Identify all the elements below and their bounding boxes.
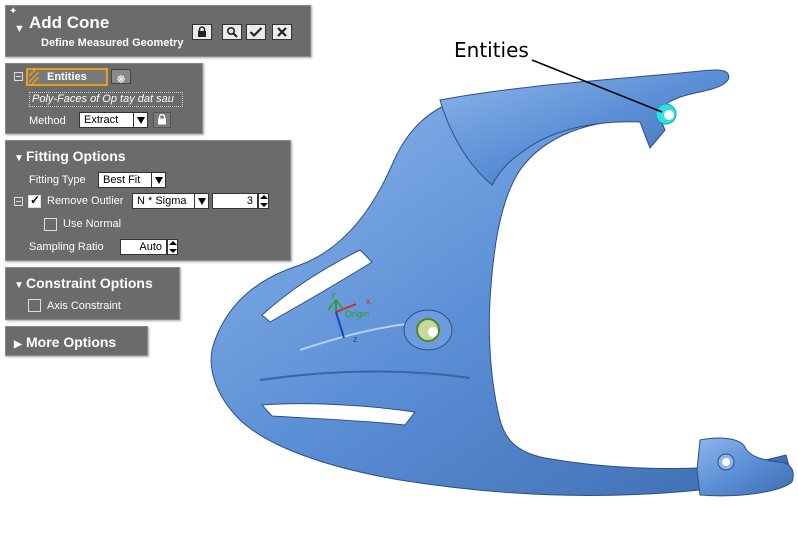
lock-icon	[158, 113, 166, 125]
highlighted-cone-entity[interactable]	[655, 103, 677, 125]
fitting-options-header[interactable]: ▼ Fitting Options	[14, 148, 126, 164]
collapse-triangle-icon[interactable]: ▼	[14, 23, 25, 35]
more-options-title: More Options	[26, 334, 117, 350]
fitting-options-panel: ▼Fitting Options Fitting Type Best Fit R…	[5, 140, 291, 261]
constraint-options-panel: ▼ Constraint Options Axis Constraint	[5, 267, 180, 320]
remove-outlier-label: Remove Outlier	[47, 195, 124, 207]
entities-panel: Entities ❋ Poly-Faces of Op tay dat sau …	[5, 63, 203, 134]
more-options-panel[interactable]: ▶ More Options	[5, 326, 148, 356]
collapse-toggle[interactable]	[14, 72, 23, 81]
sampling-ratio-spinner[interactable]	[167, 239, 178, 255]
outlier-mode-dropdown-arrow[interactable]	[194, 193, 209, 209]
method-select[interactable]: Extract	[79, 112, 134, 128]
entities-options-button[interactable]: ❋	[111, 69, 131, 86]
remove-outlier-collapse-toggle[interactable]	[14, 197, 23, 206]
use-normal-checkbox[interactable]	[44, 218, 57, 231]
fitting-type-dropdown-arrow[interactable]	[151, 172, 166, 188]
collapsed-triangle-icon: ▶	[14, 339, 22, 350]
outlier-mode-select[interactable]: N * Sigma	[132, 193, 195, 209]
constraint-options-header[interactable]: ▼ Constraint Options	[14, 275, 153, 291]
scanned-part-mesh[interactable]	[210, 69, 794, 497]
axis-y-label: y	[331, 289, 336, 299]
outlier-n-spinner[interactable]	[258, 193, 269, 209]
pin-icon[interactable]: ✦	[9, 6, 17, 17]
ok-button[interactable]	[246, 24, 266, 40]
preview-button[interactable]	[222, 24, 242, 40]
asterisk-icon: ❋	[116, 74, 126, 86]
axis-x-label: x	[366, 296, 371, 306]
expand-triangle-icon: ▼	[14, 280, 24, 291]
coordinate-triad	[327, 298, 357, 339]
remove-outlier-checkbox[interactable]	[28, 193, 41, 208]
hatch-icon	[29, 70, 39, 84]
callout-leader-line	[531, 59, 663, 113]
use-normal-label: Use Normal	[63, 218, 122, 230]
method-dropdown-arrow[interactable]	[133, 112, 148, 128]
expand-triangle-icon: ▼	[14, 153, 24, 164]
entities-callout-label: Entities	[454, 38, 529, 62]
sampling-ratio-input[interactable]: Auto	[120, 239, 167, 255]
lock-icon	[198, 26, 206, 37]
checkmark-icon	[249, 27, 263, 38]
close-icon	[277, 27, 287, 37]
more-options-header[interactable]: ▶ More Options	[14, 334, 116, 350]
magnifier-icon	[226, 26, 238, 38]
axis-constraint-label: Axis Constraint	[47, 300, 121, 312]
sampling-ratio-label: Sampling Ratio	[29, 241, 104, 253]
constraint-options-title: Constraint Options	[26, 275, 153, 291]
fitting-type-label: Fitting Type	[29, 174, 86, 186]
panel-subtitle: Define Measured Geometry	[41, 37, 184, 49]
fitting-options-title: Fitting Options	[26, 148, 126, 164]
panel-title: Add Cone	[29, 13, 110, 32]
header-panel: ✦ ▼ Add Cone Define Measured Geometry	[5, 5, 311, 57]
entities-selector-button[interactable]: Entities	[26, 68, 108, 86]
axis-constraint-checkbox[interactable]	[28, 299, 41, 312]
entity-selection-list[interactable]: Poly-Faces of Op tay dat sau	[29, 92, 183, 107]
axis-z-label: z	[353, 334, 358, 344]
method-label: Method	[29, 115, 66, 127]
origin-label: Origin	[345, 309, 370, 319]
entities-label: Entities	[47, 71, 87, 83]
cancel-button[interactable]	[272, 24, 292, 40]
outlier-n-input[interactable]: 3	[212, 193, 258, 209]
method-lock-button[interactable]	[153, 112, 171, 128]
selected-hole-feature[interactable]	[416, 318, 440, 342]
fitting-type-select[interactable]: Best Fit	[98, 172, 152, 188]
lock-button[interactable]	[192, 24, 212, 40]
